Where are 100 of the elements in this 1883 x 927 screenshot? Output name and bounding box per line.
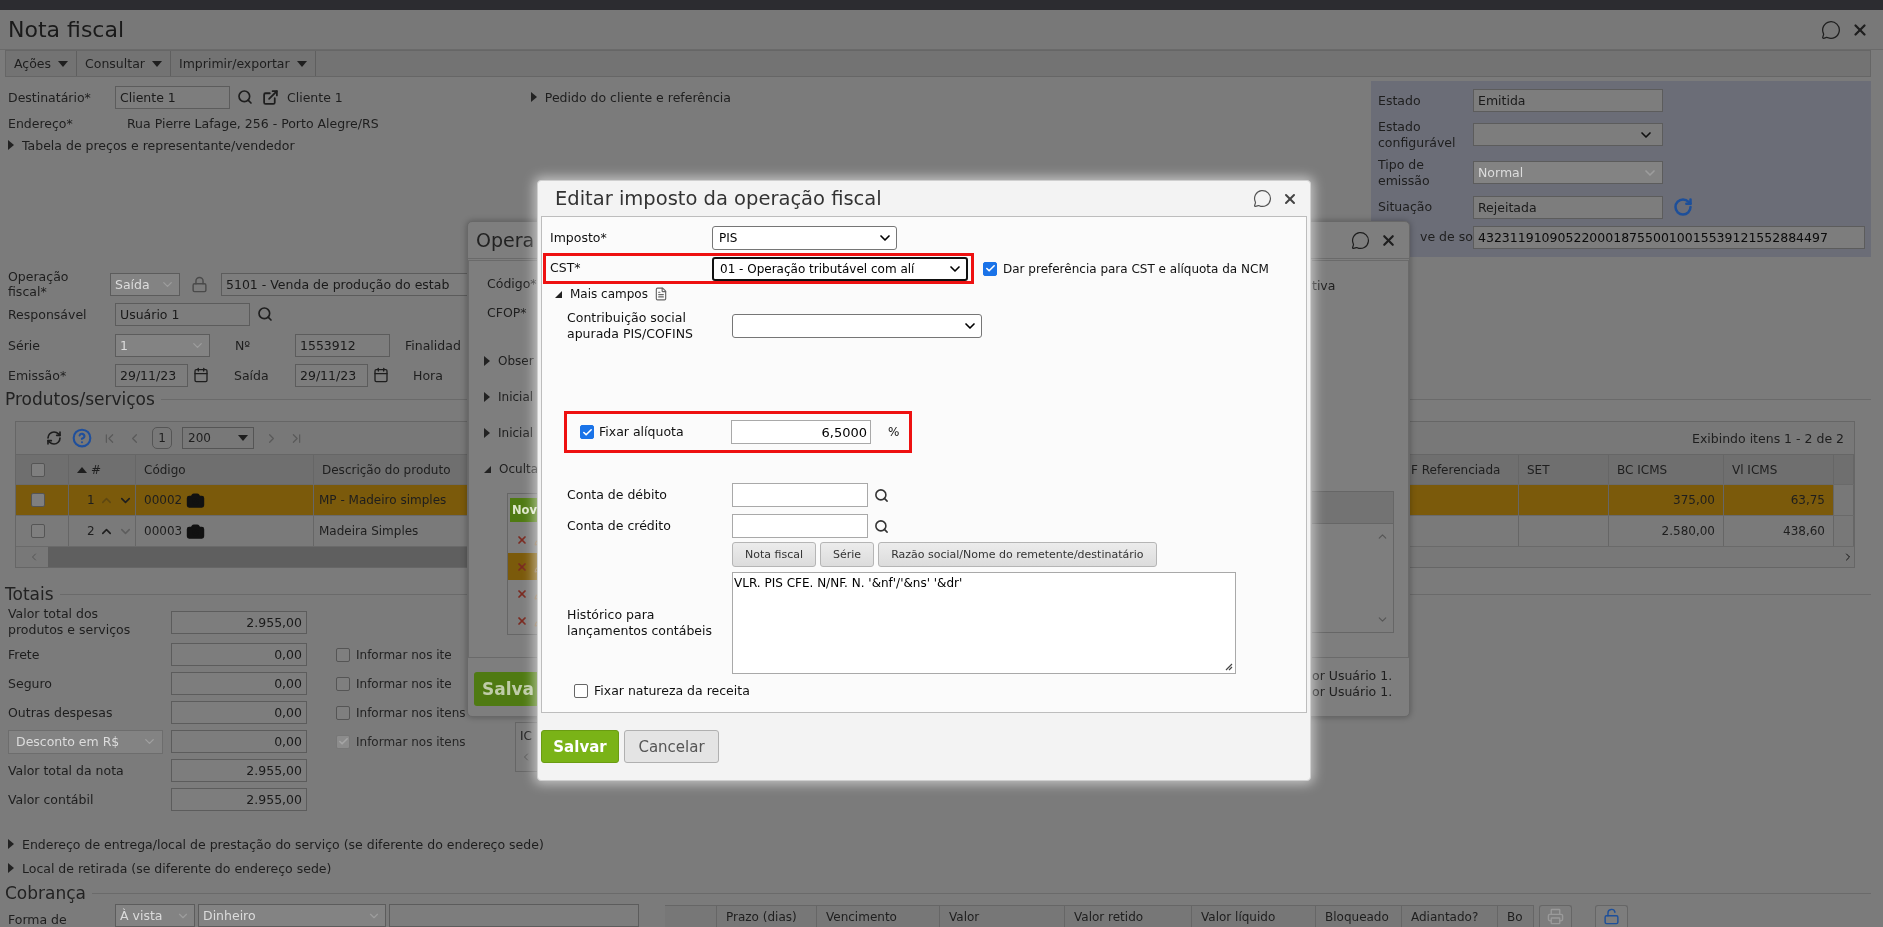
cancel-button[interactable]: Cancelar [624,730,719,763]
calendar-icon[interactable] [193,367,209,383]
calendar-icon[interactable] [373,367,389,383]
column-header[interactable]: Valor retido [1065,905,1192,927]
column-header[interactable]: Bloqueado [1316,905,1402,927]
history-field[interactable]: VLR. PIS CFE. N/NF. N. '&nf'/'&ns' '&dr' [732,572,1236,674]
amount-field[interactable]: 2.955,00 [171,759,307,782]
date-field[interactable]: 29/11/23 [295,363,368,387]
table-row[interactable]: 1 00002 MP - Madeiro simples [16,485,468,515]
field-label: Destinatário* [8,89,92,105]
check-icon [581,426,593,438]
delete-icon[interactable] [516,614,528,627]
section-toggle[interactable]: Endereço de entrega/local de prestação do serviço (se diferente do endereço sede) [22,836,544,852]
external-link-icon[interactable] [262,88,279,106]
address-text: Rua Pierre Lafage, 256 - Porto Alegre/RS [127,115,379,131]
comment-icon[interactable] [1821,19,1841,40]
amount-field[interactable]: 0,00 [171,730,307,753]
status-field[interactable]: 43231191090522000187550010015539121552884497 [1473,225,1865,249]
caret-right-icon[interactable] [484,356,490,366]
caret-right-icon[interactable] [8,839,14,849]
checkbox[interactable] [336,647,350,662]
checkbox[interactable] [983,261,997,276]
caret-right-icon[interactable] [8,140,14,150]
caret-down-icon[interactable] [555,290,562,298]
delete-icon[interactable] [516,533,528,546]
checkbox-label: Dar preferência para CST e alíquota da NCM [1003,261,1269,276]
column-header[interactable]: Código [136,455,314,484]
column-header[interactable]: Vencimento [817,905,940,927]
column-header[interactable]: Prazo (dias) [717,905,817,927]
text-field[interactable] [389,904,639,927]
debit-account-field[interactable] [732,483,868,507]
rate-field[interactable]: 6,5000 [731,420,871,444]
date-field[interactable]: 29/11/23 [115,363,188,387]
amount-field[interactable]: 0,00 [171,701,307,724]
insert-button[interactable]: Nota fiscal [732,542,816,567]
section-toggle[interactable]: Inicial [498,426,534,440]
amount-field[interactable]: 2.955,00 [171,610,307,634]
column-header[interactable]: Vl ICMS [1724,455,1834,484]
comment-icon[interactable] [1351,230,1370,250]
column-header[interactable]: SET [1519,455,1609,484]
discount-select[interactable]: Desconto em R$ [8,729,163,754]
number-field[interactable]: 1553912 [295,333,390,357]
checkbox[interactable] [31,524,45,538]
column-header[interactable]: Valor líquido [1192,905,1316,927]
section-toggle[interactable]: Obser [498,354,534,368]
table-cell: 00003 [144,524,183,538]
checkbox[interactable] [574,683,588,698]
caret-right-icon[interactable] [484,392,490,402]
table-row[interactable] [508,553,538,580]
caret-right-icon[interactable] [8,863,14,873]
new-button[interactable]: Nov [510,498,538,522]
tax-select[interactable]: PIS [712,226,897,250]
column-header[interactable]: Valor [940,905,1065,927]
column-header[interactable]: Bo [1498,905,1534,927]
column-header[interactable]: # [69,455,136,484]
document-icon[interactable] [653,287,668,301]
credit-account-field[interactable] [732,514,868,538]
page-field[interactable]: 1 [152,427,172,449]
column-header[interactable]: BC ICMS [1609,455,1724,484]
resize-grip-icon[interactable] [1224,662,1233,671]
checkbox[interactable] [31,493,45,507]
save-button[interactable]: Salvar [541,730,619,763]
field-label: Saída [234,367,270,383]
contribution-select[interactable] [732,314,982,338]
term-select[interactable]: À vista [115,904,195,927]
section-toggle[interactable]: Inicial [498,390,534,404]
section-toggle[interactable]: Tabela de preços e representante/vendedor [22,137,295,153]
amount-field[interactable]: 0,00 [171,672,307,695]
checkbox[interactable] [336,705,350,720]
delete-icon[interactable] [516,587,528,600]
checkbox[interactable] [580,425,594,439]
field-label: Endereço* [8,115,74,131]
menu-button[interactable]: Consultar [77,51,171,76]
checkbox[interactable] [336,676,350,691]
method-select[interactable]: Dinheiro [198,904,386,927]
search-icon[interactable] [874,487,889,503]
amount-field[interactable]: 0,00 [171,643,307,666]
recipient-field[interactable]: Cliente 1 [115,85,230,109]
recipient-link[interactable]: Cliente 1 [287,89,343,105]
refresh-icon[interactable] [46,430,62,446]
section-toggle[interactable]: Oculta [499,462,539,476]
section-toggle[interactable]: Local de retirada (se diferente do endereço sede) [22,860,332,876]
amount-field[interactable]: 2.955,00 [171,788,307,811]
menu-button[interactable]: Imprimir/exportar [170,51,316,76]
responsible-field[interactable]: Usuário 1 [115,302,250,326]
insert-button[interactable]: Razão social/Nome do remetente/destinatário [878,542,1157,567]
cst-select[interactable]: 01 - Operação tributável com alí [712,256,968,281]
search-icon[interactable] [874,518,889,534]
series-select[interactable]: 1 [115,333,210,357]
caret-right-icon[interactable] [530,92,537,102]
insert-button[interactable]: Série [820,542,875,567]
direction-select[interactable]: Saída [110,272,180,296]
checkbox[interactable] [31,462,45,477]
section-toggle[interactable]: Pedido do cliente e referência [544,89,731,105]
page-size-select[interactable]: 200 [182,427,254,449]
caret-right-icon[interactable] [484,428,490,438]
section-toggle[interactable]: Mais campos [570,287,648,301]
comment-icon[interactable] [1253,189,1272,208]
column-header[interactable]: Adiantado? [1402,905,1498,927]
menu-button[interactable]: Ações [6,51,78,76]
